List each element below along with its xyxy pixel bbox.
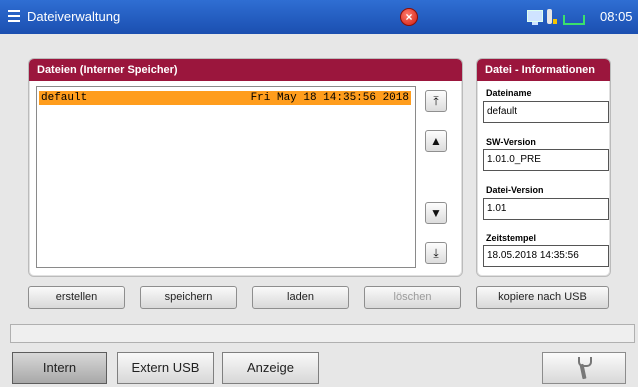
wrench-icon xyxy=(578,357,592,379)
save-button[interactable]: speichern xyxy=(140,286,237,309)
status-bar xyxy=(10,324,635,343)
tool-button[interactable] xyxy=(542,352,626,384)
clock: 08:05 xyxy=(600,9,633,24)
bottle-icon xyxy=(547,9,557,24)
sw-version-label: SW-Version xyxy=(486,137,536,147)
scroll-last-button[interactable]: ⤓ xyxy=(425,242,447,264)
file-version-label: Datei-Version xyxy=(486,185,544,195)
scroll-first-button[interactable]: ⤒ xyxy=(425,90,447,112)
load-button[interactable]: laden xyxy=(252,286,349,309)
file-name: default xyxy=(41,92,88,104)
title-bar: Dateiverwaltung × 08:05 xyxy=(0,0,638,34)
scroll-up-button[interactable]: ▲ xyxy=(425,130,447,152)
copy-to-usb-button[interactable]: kopiere nach USB xyxy=(476,286,609,309)
timestamp-field: 18.05.2018 14:35:56 xyxy=(483,245,609,267)
hamburger-menu-icon[interactable] xyxy=(8,10,20,22)
info-panel-header: Datei - Informationen xyxy=(477,59,610,81)
tab-intern[interactable]: Intern xyxy=(12,352,107,384)
tab-extern-usb[interactable]: Extern USB xyxy=(117,352,214,384)
timestamp-label: Zeitstempel xyxy=(486,233,537,243)
file-row-default[interactable]: default Fri May 18 14:35:56 2018 xyxy=(39,91,411,105)
filename-field: default xyxy=(483,101,609,123)
tab-display[interactable]: Anzeige xyxy=(222,352,319,384)
file-list[interactable]: default Fri May 18 14:35:56 2018 xyxy=(36,86,416,268)
usb-plug-icon xyxy=(563,15,585,25)
error-icon[interactable]: × xyxy=(400,8,418,26)
file-version-field: 1.01 xyxy=(483,198,609,220)
file-date: Fri May 18 14:35:56 2018 xyxy=(250,92,409,104)
files-panel-header: Dateien (Interner Speicher) xyxy=(29,59,462,81)
sw-version-field: 1.01.0_PRE xyxy=(483,149,609,171)
filename-label: Dateiname xyxy=(486,88,532,98)
status-icons xyxy=(527,9,587,27)
delete-button[interactable]: löschen xyxy=(364,286,461,309)
window-title: Dateiverwaltung xyxy=(27,9,121,24)
monitor-icon xyxy=(527,10,543,25)
create-button[interactable]: erstellen xyxy=(28,286,125,309)
scroll-down-button[interactable]: ▼ xyxy=(425,202,447,224)
